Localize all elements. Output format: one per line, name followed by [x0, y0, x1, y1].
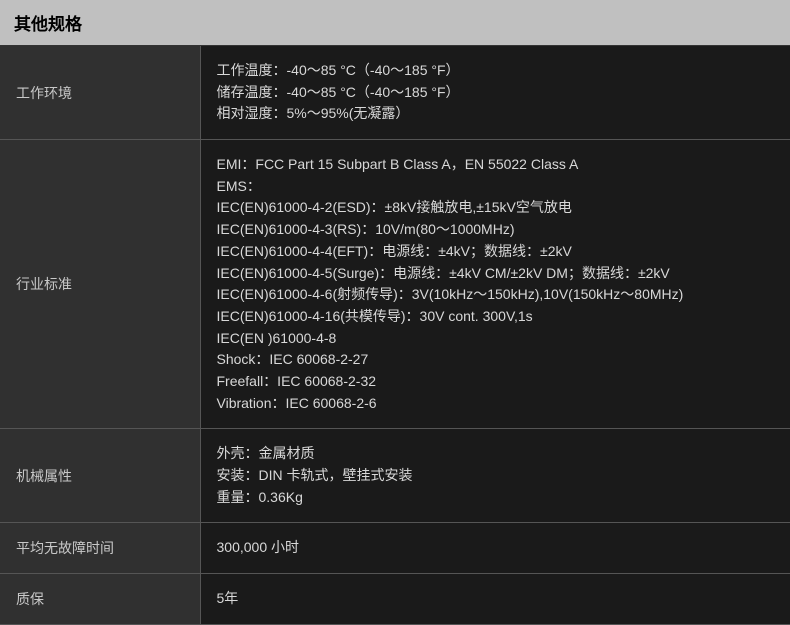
spec-label-mechanical: 机械属性	[0, 429, 200, 523]
spec-line: IEC(EN)61000-4-2(ESD)：±8kV接触放电,±15kV空气放电	[217, 197, 775, 219]
section-header: 其他规格	[0, 0, 790, 46]
spec-row: 机械属性 外壳：金属材质 安装：DIN 卡轨式，壁挂式安装 重量：0.36Kg	[0, 429, 790, 523]
spec-line: 重量：0.36Kg	[217, 487, 775, 509]
spec-value-mechanical: 外壳：金属材质 安装：DIN 卡轨式，壁挂式安装 重量：0.36Kg	[200, 429, 790, 523]
spec-line: IEC(EN)61000-4-6(射频传导)：3V(10kHz～150kHz),…	[217, 284, 775, 306]
spec-line: 外壳：金属材质	[217, 443, 775, 465]
section-title: 其他规格	[14, 15, 82, 34]
spec-line: EMI：FCC Part 15 Subpart B Class A，EN 550…	[217, 154, 775, 176]
spec-value-mtbf: 300,000 小时	[200, 523, 790, 574]
spec-row: 质保 5年	[0, 574, 790, 625]
spec-line: 300,000 小时	[217, 537, 775, 559]
spec-value-environment: 工作温度：-40～85 °C（-40～185 °F） 储存温度：-40～85 °…	[200, 46, 790, 140]
spec-row: 平均无故障时间 300,000 小时	[0, 523, 790, 574]
spec-line: 相对湿度：5%～95%(无凝露）	[217, 103, 775, 125]
spec-value-standards: EMI：FCC Part 15 Subpart B Class A，EN 550…	[200, 140, 790, 429]
spec-table: 工作环境 工作温度：-40～85 °C（-40～185 °F） 储存温度：-40…	[0, 46, 790, 625]
spec-label-standards: 行业标准	[0, 140, 200, 429]
spec-label-environment: 工作环境	[0, 46, 200, 140]
spec-line: EMS：	[217, 176, 775, 198]
spec-line: IEC(EN)61000-4-4(EFT)：电源线：±4kV；数据线：±2kV	[217, 241, 775, 263]
spec-line: IEC(EN)61000-4-3(RS)：10V/m(80～1000MHz)	[217, 219, 775, 241]
spec-line: IEC(EN)61000-4-5(Surge)：电源线：±4kV CM/±2kV…	[217, 263, 775, 285]
spec-line: 储存温度：-40～85 °C（-40～185 °F）	[217, 82, 775, 104]
spec-line: IEC(EN )61000-4-8	[217, 328, 775, 350]
spec-row: 工作环境 工作温度：-40～85 °C（-40～185 °F） 储存温度：-40…	[0, 46, 790, 140]
spec-line: 5年	[217, 588, 775, 610]
spec-line: 工作温度：-40～85 °C（-40～185 °F）	[217, 60, 775, 82]
spec-line: Vibration：IEC 60068-2-6	[217, 393, 775, 415]
spec-row: 行业标准 EMI：FCC Part 15 Subpart B Class A，E…	[0, 140, 790, 429]
spec-value-warranty: 5年	[200, 574, 790, 625]
spec-line: IEC(EN)61000-4-16(共模传导)：30V cont. 300V,1…	[217, 306, 775, 328]
spec-line: 安装：DIN 卡轨式，壁挂式安装	[217, 465, 775, 487]
spec-container: 其他规格 工作环境 工作温度：-40～85 °C（-40～185 °F） 储存温…	[0, 0, 790, 585]
spec-label-mtbf: 平均无故障时间	[0, 523, 200, 574]
spec-label-warranty: 质保	[0, 574, 200, 625]
spec-line: Shock：IEC 60068-2-27	[217, 349, 775, 371]
spec-line: Freefall：IEC 60068-2-32	[217, 371, 775, 393]
